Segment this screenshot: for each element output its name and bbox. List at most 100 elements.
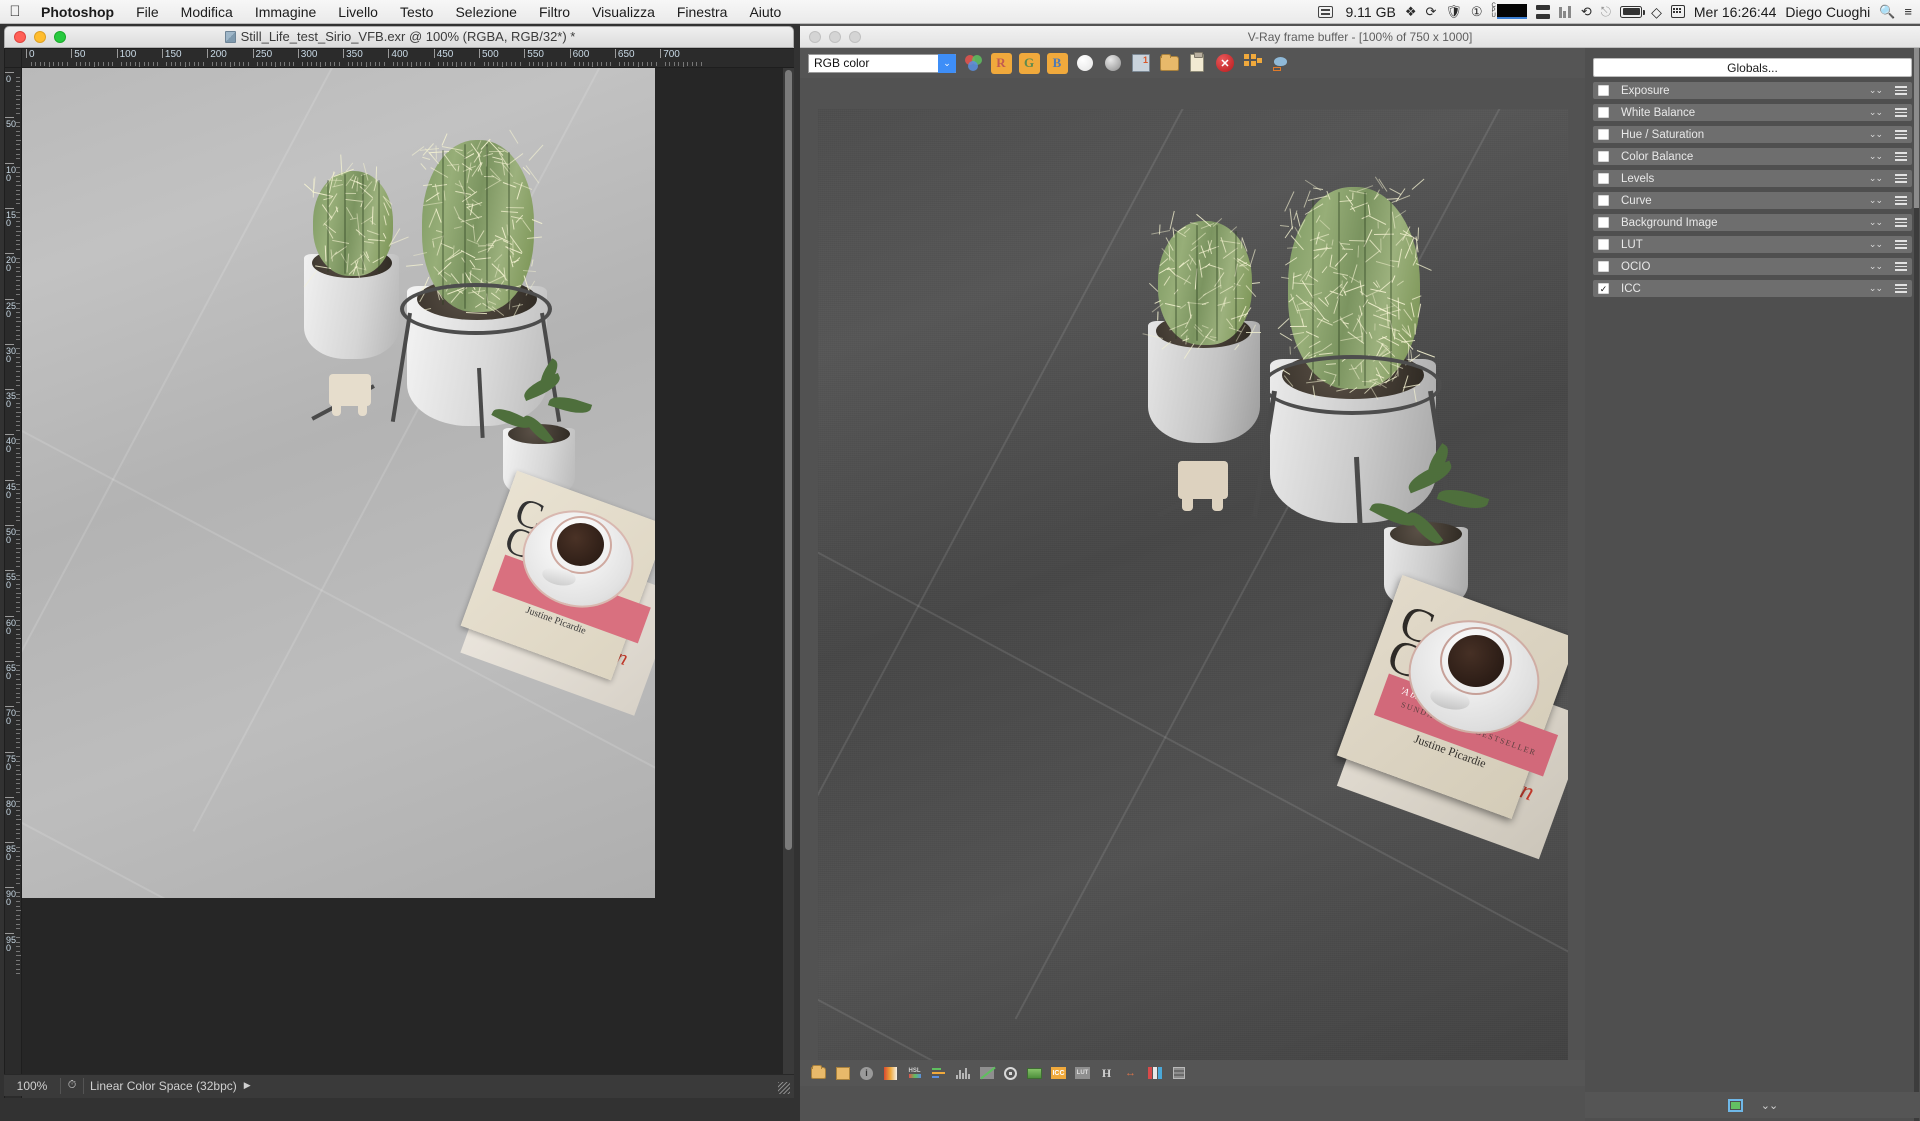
hamburger-icon[interactable]	[1895, 262, 1907, 271]
panel-row-color-balance[interactable]: Color Balance ⌄⌄	[1593, 148, 1912, 165]
histogram-icon[interactable]	[954, 1065, 971, 1081]
clear-image-icon[interactable]: ✕	[1214, 52, 1236, 74]
hamburger-icon[interactable]	[1895, 196, 1907, 205]
vfb-title-bar[interactable]: V-Ray frame buffer - [100% of 750 x 1000…	[800, 26, 1920, 48]
alpha-white-icon[interactable]	[1074, 52, 1096, 74]
aperture-icon[interactable]	[1002, 1065, 1019, 1081]
menu-item-modifica[interactable]: Modifica	[170, 0, 244, 24]
apple-menu-icon[interactable]: 	[0, 0, 30, 24]
lut-icon[interactable]: LUT	[1074, 1065, 1091, 1081]
curve-checkbox[interactable]	[1598, 195, 1609, 206]
load-image-icon[interactable]	[1158, 52, 1180, 74]
onepassword-icon[interactable]: ①	[1471, 0, 1483, 24]
menu-item-visualizza[interactable]: Visualizza	[581, 0, 666, 24]
alpha-gray-icon[interactable]	[1102, 52, 1124, 74]
menu-item-livello[interactable]: Livello	[327, 0, 389, 24]
hamburger-icon[interactable]	[1895, 218, 1907, 227]
info-icon[interactable]: i	[858, 1065, 875, 1081]
color-bars-icon[interactable]	[1146, 1065, 1163, 1081]
copy-to-clipboard-icon[interactable]	[1186, 52, 1208, 74]
vertical-ruler[interactable]: 0 50 100 150 200 250 300 350 400 450 500 550 600 650 7…	[4, 68, 22, 1098]
chevron-down-icon[interactable]: ⌄⌄	[1869, 217, 1882, 228]
ruler-corner[interactable]	[4, 48, 22, 68]
calendar-icon[interactable]	[1671, 5, 1685, 18]
menu-item-selezione[interactable]: Selezione	[444, 0, 528, 24]
cpu-monitor-icon[interactable]: CPU	[1492, 4, 1527, 19]
status-menu-arrow-icon[interactable]: ▶	[244, 1080, 251, 1091]
exposure-checkbox[interactable]	[1598, 85, 1609, 96]
sync-icon[interactable]: ⟳	[1425, 0, 1436, 24]
icc-checkbox[interactable]: ✓	[1598, 283, 1609, 294]
chevron-down-icon[interactable]: ⌄⌄	[1869, 239, 1882, 250]
hamburger-icon[interactable]	[1895, 240, 1907, 249]
green-channel-icon[interactable]: G	[1018, 52, 1040, 74]
vfb-image-area[interactable]: Ralph Lauren 'A brilliant… SUNDAY TIMES …	[800, 78, 1585, 1089]
hamburger-icon[interactable]	[1895, 152, 1907, 161]
hamburger-icon[interactable]	[1895, 284, 1907, 293]
hamburger-icon[interactable]	[1895, 130, 1907, 139]
panel-row-white-balance[interactable]: White Balance ⌄⌄	[1593, 104, 1912, 121]
zoom-level-field[interactable]: 100%	[4, 1079, 60, 1093]
ocio-checkbox[interactable]	[1598, 261, 1609, 272]
menu-item-testo[interactable]: Testo	[389, 0, 444, 24]
hamburger-icon[interactable]	[1895, 86, 1907, 95]
channel-select[interactable]: RGB color ⌄	[808, 54, 956, 73]
ram-icon[interactable]	[1318, 6, 1336, 18]
hsl-icon[interactable]: HSL	[906, 1065, 923, 1081]
shield-icon[interactable]: 🛡	[1445, 0, 1462, 24]
timemachine-icon[interactable]: ⟲	[1581, 0, 1592, 24]
panel-row-hue-saturation[interactable]: Hue / Saturation ⌄⌄	[1593, 126, 1912, 143]
chevron-down-icon[interactable]: ⌄⌄	[1869, 195, 1882, 206]
hue-saturation-checkbox[interactable]	[1598, 129, 1609, 140]
curve-icon[interactable]	[978, 1065, 995, 1081]
user-name-label[interactable]: Diego Cuoghi	[1785, 4, 1870, 20]
chevron-down-icon[interactable]: ⌄⌄	[1869, 151, 1882, 162]
panel-row-background-image[interactable]: Background Image ⌄⌄	[1593, 214, 1912, 231]
photoshop-title-bar[interactable]: Still_Life_test_Sirio_VFB.exr @ 100% (RG…	[4, 26, 794, 48]
chevron-down-icon[interactable]: ⌄⌄	[1869, 173, 1882, 184]
panel-scrollbar[interactable]	[1914, 48, 1919, 1121]
expand-chevron-icon[interactable]: ⌄⌄	[1761, 1099, 1777, 1112]
levels-checkbox[interactable]	[1598, 173, 1609, 184]
close-button[interactable]	[14, 31, 26, 43]
hamburger-icon[interactable]	[1895, 108, 1907, 117]
icc-icon[interactable]: ICC	[1050, 1065, 1067, 1081]
chevron-down-icon[interactable]: ⌄⌄	[1869, 261, 1882, 272]
maximize-button[interactable]	[54, 31, 66, 43]
chevron-down-icon[interactable]: ⌄⌄	[1869, 283, 1882, 294]
canvas-vertical-scrollbar[interactable]	[783, 68, 794, 1098]
chevron-down-icon[interactable]: ⌄⌄	[1869, 107, 1882, 118]
battery-icon[interactable]	[1620, 6, 1642, 18]
display-icon[interactable]	[1536, 5, 1550, 19]
dropbox-icon[interactable]: ❖	[1405, 0, 1417, 24]
menu-item-photoshop[interactable]: Photoshop	[30, 0, 125, 24]
open-file-icon[interactable]	[810, 1065, 827, 1081]
minimize-button[interactable]	[34, 31, 46, 43]
red-channel-icon[interactable]: R	[990, 52, 1012, 74]
menu-item-finestra[interactable]: Finestra	[666, 0, 739, 24]
search-icon[interactable]: 🔍	[1879, 0, 1895, 24]
bluetooth-icon[interactable]: ⎋	[1601, 0, 1611, 24]
panel-row-lut[interactable]: LUT ⌄⌄	[1593, 236, 1912, 253]
list-view-icon[interactable]	[834, 1065, 851, 1081]
equalizer-icon[interactable]	[1559, 5, 1572, 18]
chevron-down-icon[interactable]: ⌄⌄	[1869, 85, 1882, 96]
render-last-icon[interactable]	[1270, 52, 1292, 74]
scrollbar-thumb[interactable]	[785, 70, 792, 850]
resize-grip[interactable]	[778, 1082, 790, 1094]
notifications-icon[interactable]: ≡	[1904, 0, 1912, 24]
compare-icon[interactable]: ↔	[1122, 1065, 1139, 1081]
lut-checkbox[interactable]	[1598, 239, 1609, 250]
levels-icon[interactable]	[930, 1065, 947, 1081]
render-region-icon[interactable]	[1242, 52, 1264, 74]
render-view-icon[interactable]	[1728, 1099, 1743, 1112]
background-image-checkbox[interactable]	[1598, 217, 1609, 228]
pixel-grid-icon[interactable]	[1170, 1065, 1187, 1081]
blue-channel-icon[interactable]: B	[1046, 52, 1068, 74]
wifi-icon[interactable]: ◇	[1651, 0, 1662, 24]
globals-button[interactable]: Globals...	[1593, 58, 1912, 77]
menu-item-aiuto[interactable]: Aiuto	[738, 0, 792, 24]
canvas-rendered-image[interactable]: Ralph Lauren Justine Picardie C C	[22, 68, 655, 898]
menu-item-filtro[interactable]: Filtro	[528, 0, 581, 24]
horizontal-icon[interactable]: H	[1098, 1065, 1115, 1081]
